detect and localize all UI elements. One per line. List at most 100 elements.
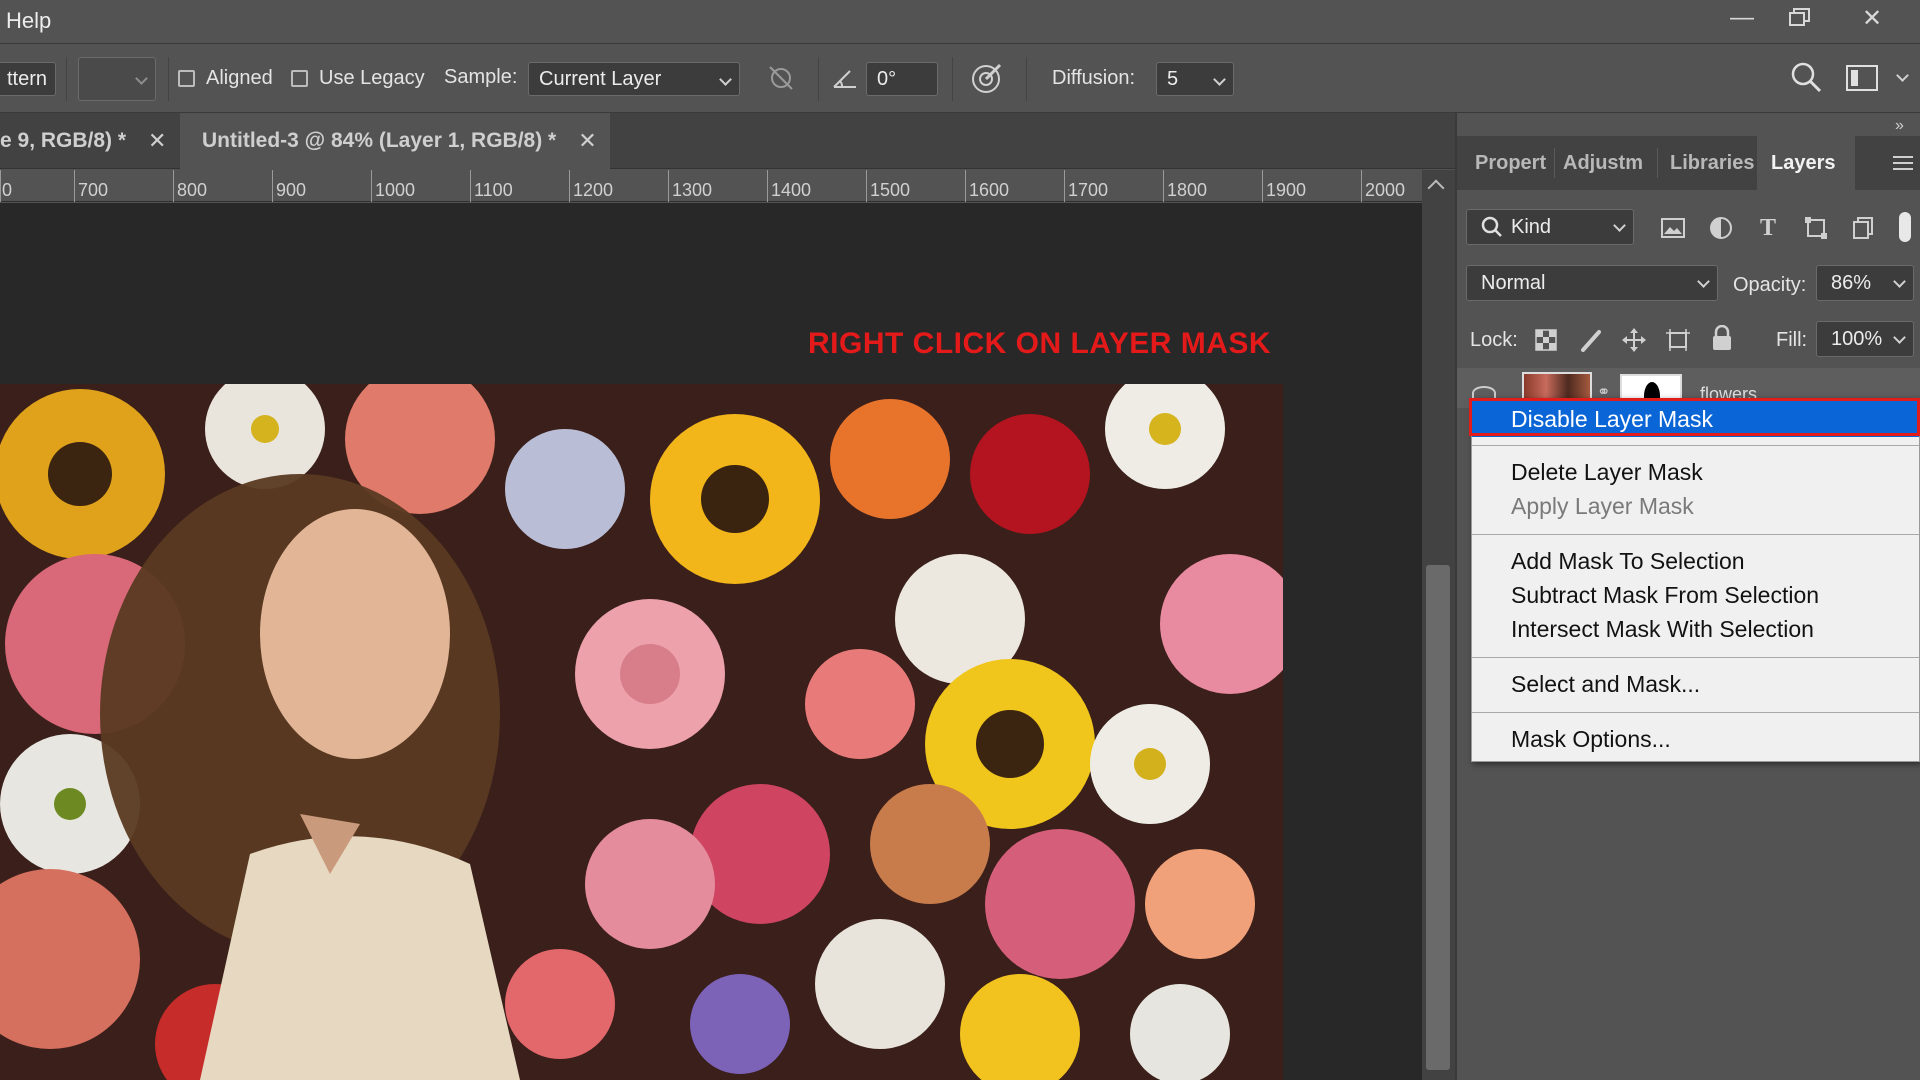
opacity-label: Opacity: [1733,274,1807,296]
scroll-up-icon[interactable] [1427,179,1445,197]
blend-mode-select[interactable]: Normal [1466,265,1718,301]
angle-icon [830,63,860,100]
filter-toggle[interactable] [1899,212,1911,242]
menu-separator [1472,712,1919,713]
blend-mode-value: Normal [1481,272,1546,294]
lock-label: Lock: [1470,329,1518,351]
close-tab-icon[interactable]: ✕ [148,128,166,154]
opacity-value: 86% [1831,272,1872,294]
ruler-label: 1000 [375,180,416,200]
collapse-panels-icon[interactable]: » [1895,117,1904,135]
close-icon[interactable]: ✕ [1842,0,1902,36]
ruler-label: 1600 [969,180,1010,200]
search-icon[interactable] [1790,61,1822,100]
tab-libraries[interactable]: Libraries [1670,136,1755,190]
ruler-label: 900 [276,180,307,200]
angle-input[interactable]: 0° [866,62,938,96]
ruler-label: 1100 [474,180,513,200]
sample-value: Current Layer [539,68,662,90]
ruler-tick [1064,170,1065,202]
lock-all-icon[interactable] [1708,324,1736,352]
ruler-tick [866,170,867,202]
menu-help[interactable]: Help [6,8,51,34]
tutorial-highlight-box [1469,398,1920,436]
restore-icon[interactable] [1770,0,1830,36]
menu-bar: Help — ✕ [0,0,1920,44]
menu-separator [1472,534,1919,535]
document-tab[interactable]: e 9, RGB/8) * ✕ [0,113,180,169]
ruler-label: 1300 [672,180,713,200]
tab-layers[interactable]: Layers [1757,136,1855,190]
pattern-label: ttern [7,68,48,90]
tutorial-annotation: RIGHT CLICK ON LAYER MASK [808,327,1272,360]
document-image[interactable] [0,384,1283,1080]
fill-input[interactable]: 100% [1816,321,1914,357]
fill-label: Fill: [1776,329,1808,351]
lock-pixels-icon[interactable] [1577,326,1605,354]
lock-position-icon[interactable] [1620,326,1648,354]
menu-item-subtract-mask-from-selection[interactable]: Subtract Mask From Selection [1472,579,1919,611]
menu-item-intersect-mask-with-selection[interactable]: Intersect Mask With Selection [1472,613,1919,645]
ruler-tick [0,170,1,202]
ruler-tick [965,170,966,202]
ruler-tick [272,170,273,202]
filter-kind-select[interactable]: Kind [1466,209,1634,245]
filter-shape-icon[interactable] [1802,214,1830,242]
menu-separator [1472,445,1919,446]
menu-item-delete-layer-mask[interactable]: Delete Layer Mask [1472,456,1919,488]
ruler-label: 1800 [1167,180,1208,200]
menu-item-add-mask-to-selection[interactable]: Add Mask To Selection [1472,545,1919,577]
tab-properties[interactable]: Properti [1475,136,1547,190]
aligned-checkbox[interactable] [178,70,195,87]
target-brush-icon[interactable] [970,61,1004,102]
diffusion-value: 5 [1167,68,1179,90]
opacity-input[interactable]: 86% [1816,265,1914,301]
ruler-tick [74,170,75,202]
filter-adjustment-icon[interactable] [1707,214,1735,242]
use-legacy-checkbox[interactable] [291,70,308,87]
ruler-label: 1200 [573,180,614,200]
lock-transparent-icon[interactable] [1532,326,1560,354]
pattern-picker[interactable] [78,57,156,101]
filter-type-icon[interactable]: T [1754,214,1782,242]
filter-smart-object-icon[interactable] [1849,214,1877,242]
flower-portrait-image [0,384,1283,1080]
close-tab-icon[interactable]: ✕ [578,128,596,154]
pattern-field[interactable]: ttern [0,62,56,96]
angle-value: 0° [877,68,897,90]
pressure-off-icon[interactable] [766,63,796,100]
document-tab-active[interactable]: Untitled-3 @ 84% (Layer 1, RGB/8) * ✕ [180,113,610,169]
separator [1554,148,1555,178]
filter-pixel-icon[interactable] [1659,214,1687,242]
ruler-tick [569,170,570,202]
lock-artboard-icon[interactable] [1664,326,1692,354]
diffusion-select[interactable]: 5 [1156,62,1234,96]
tab-adjustments[interactable]: Adjustm [1563,136,1647,190]
document-tab-bar: e 9, RGB/8) * ✕ Untitled-3 @ 84% (Layer … [0,113,1455,169]
vertical-scrollbar[interactable] [1422,170,1455,1080]
sample-select[interactable]: Current Layer [528,62,740,96]
document-tab-label: e 9, RGB/8) * [0,129,127,152]
menu-item-select-and-mask[interactable]: Select and Mask... [1472,668,1919,700]
document-tab-label: Untitled-3 @ 84% (Layer 1, RGB/8) * [202,129,557,152]
minimize-icon[interactable]: — [1712,0,1772,36]
diffusion-label: Diffusion: [1052,67,1136,89]
workspace-dropdown-icon[interactable] [1896,69,1909,82]
ruler-tick [1163,170,1164,202]
menu-item-apply-layer-mask: Apply Layer Mask [1511,493,1694,519]
ruler-label: 700 [78,180,109,200]
ruler-tick [371,170,372,202]
menu-item-mask-options[interactable]: Mask Options... [1472,723,1919,755]
ruler-label: 2000 [1365,180,1406,200]
separator [952,57,953,101]
separator [66,57,67,101]
ruler-tick [1262,170,1263,202]
scrollbar-thumb[interactable] [1426,565,1450,1070]
ruler-label: 1700 [1068,180,1109,200]
ruler-tick [173,170,174,202]
workspace-icon[interactable] [1846,65,1878,98]
ruler-label: 0 [2,180,13,200]
panel-menu-icon[interactable] [1893,156,1913,174]
use-legacy-label: Use Legacy [319,67,425,89]
options-bar: ttern Aligned Use Legacy Sample: Current… [0,45,1920,113]
